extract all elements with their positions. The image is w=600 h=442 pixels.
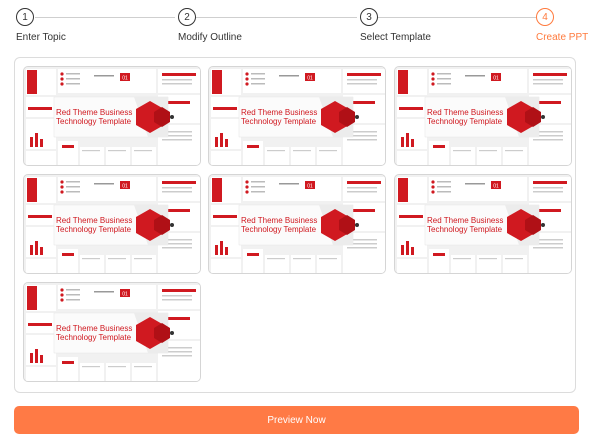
svg-text:01: 01 — [307, 184, 313, 190]
template-card[interactable]: 01 Red Theme Business Technology Template — [394, 66, 572, 166]
template-thumbnail: 01 Red Theme Business Technology Template — [209, 175, 385, 273]
svg-text:01: 01 — [307, 76, 313, 82]
template-grid: 01 Red Theme Business Technology Template — [14, 57, 576, 393]
template-title: Red Theme Business Technology Template — [241, 108, 317, 126]
template-title: Red Theme Business Technology Template — [56, 324, 132, 342]
preview-now-button[interactable]: Preview Now — [14, 406, 579, 434]
template-card[interactable]: 01 Red Theme Business Technology Template — [208, 66, 386, 166]
template-title-line1: Red Theme Business — [241, 216, 318, 225]
template-title: Red Theme Business Technology Template — [241, 216, 317, 234]
svg-text:01: 01 — [493, 184, 499, 190]
template-title-line1: Red Theme Business — [56, 324, 133, 333]
template-title-line2: Technology Template — [56, 333, 132, 342]
step-label: Create PPT — [536, 32, 589, 43]
step-connector — [377, 17, 536, 18]
template-card[interactable]: 01 Red Theme Business Technology Template — [23, 66, 201, 166]
step-create-ppt[interactable]: 4 Create PPT — [536, 8, 588, 43]
template-card[interactable]: 01 Red Theme Business Technology Template — [23, 174, 201, 274]
step-label: Select Template — [360, 32, 431, 43]
template-thumbnail: 01 Red Theme Business Technology Template — [395, 175, 571, 273]
template-title-line1: Red Theme Business — [241, 108, 318, 117]
template-title: Red Theme Business Technology Template — [56, 216, 132, 234]
template-card[interactable]: 01 Red Theme Business Technology Template — [208, 174, 386, 274]
step-label: Enter Topic — [16, 32, 66, 43]
template-thumbnail: 01 Red Theme Business Technology Template — [24, 175, 200, 273]
template-thumbnail: 01 Red Theme Business Technology Template — [209, 67, 385, 165]
step-label: Modify Outline — [178, 32, 242, 43]
template-title-line2: Technology Template — [241, 117, 317, 126]
template-title-line1: Red Theme Business — [427, 108, 504, 117]
template-thumbnail: 01 Red Theme Business Technology Template — [24, 283, 200, 381]
template-card[interactable]: 01 Red Theme Business Technology Template — [394, 174, 572, 274]
template-title: Red Theme Business Technology Template — [427, 216, 503, 234]
template-title-line1: Red Theme Business — [427, 216, 504, 225]
template-title-line2: Technology Template — [56, 117, 132, 126]
step-enter-topic[interactable]: 1 Enter Topic — [16, 8, 66, 43]
step-select-template[interactable]: 3 Select Template — [360, 8, 431, 43]
template-title-line2: Technology Template — [427, 225, 503, 234]
step-connector — [35, 17, 175, 18]
template-title-line2: Technology Template — [241, 225, 317, 234]
template-thumbnail: 01 Red Theme Business Technology Template — [395, 67, 571, 165]
step-number: 3 — [360, 8, 378, 26]
template-title-line2: Technology Template — [56, 225, 132, 234]
svg-text:01: 01 — [122, 184, 128, 190]
template-card[interactable]: 01 Red Theme Business Technology Template — [23, 282, 201, 382]
template-title-line1: Red Theme Business — [56, 216, 133, 225]
svg-text:01: 01 — [122, 76, 128, 82]
step-modify-outline[interactable]: 2 Modify Outline — [178, 8, 242, 43]
step-number: 2 — [178, 8, 196, 26]
template-thumbnail: 01 Red Theme Business Technology Template — [24, 67, 200, 165]
step-connector — [196, 17, 357, 18]
template-title-line2: Technology Template — [427, 117, 503, 126]
template-title-line1: Red Theme Business — [56, 108, 133, 117]
stepper: 1 Enter Topic 2 Modify Outline 3 Select … — [0, 0, 600, 48]
svg-text:01: 01 — [122, 292, 128, 298]
template-title: Red Theme Business Technology Template — [56, 108, 132, 126]
step-number: 4 — [536, 8, 554, 26]
svg-text:01: 01 — [493, 76, 499, 82]
template-title: Red Theme Business Technology Template — [427, 108, 503, 126]
step-number: 1 — [16, 8, 34, 26]
